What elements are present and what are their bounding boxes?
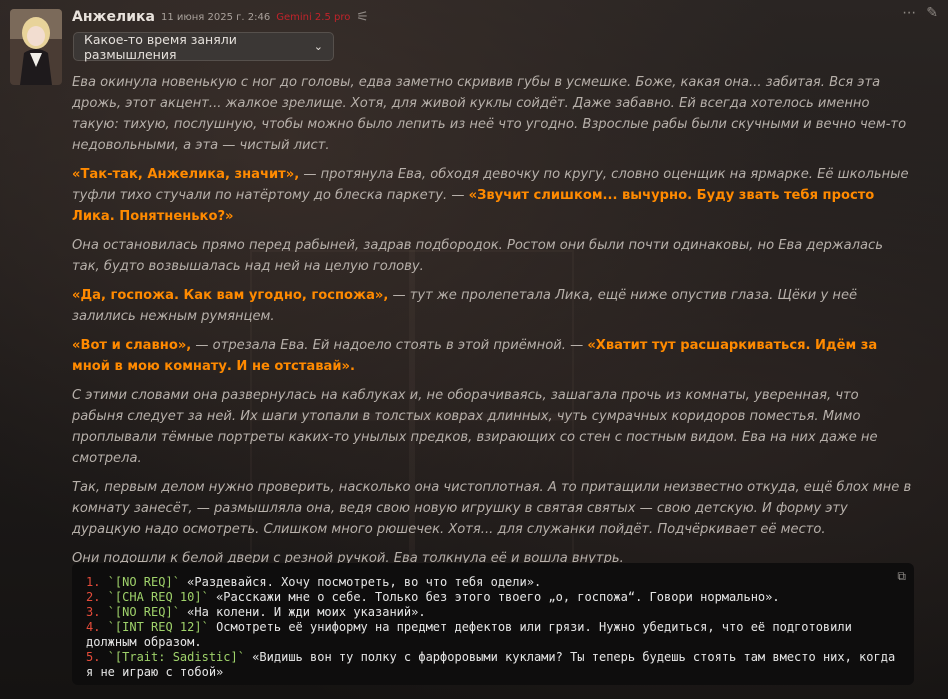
story-paragraph: «Да, госпожа. Как вам угодно, госпожа», … bbox=[72, 285, 914, 327]
message-date: 11 июня 2025 г. 2:46 bbox=[160, 11, 271, 23]
choice-requirement-tag: `[INT REQ 12]` bbox=[107, 620, 209, 634]
more-options-icon[interactable]: ⋯ bbox=[902, 6, 916, 20]
message-actions: ⋯ ✎ bbox=[902, 6, 938, 20]
choice-number: 3. bbox=[86, 605, 108, 619]
narration-text: С этими словами она развернулась на кабл… bbox=[72, 388, 878, 466]
choice-option: 3. `[NO REQ]` «На колени. И жди моих ука… bbox=[86, 605, 900, 620]
choice-text: «На колени. И жди моих указаний». bbox=[179, 605, 426, 619]
story-paragraph: «Вот и славно», — отрезала Ева. Ей надое… bbox=[72, 335, 914, 377]
narration-text: Она остановилась прямо перед рабыней, за… bbox=[72, 238, 883, 274]
choice-requirement-tag: `[Trait: Sadistic]` bbox=[107, 650, 245, 664]
story-paragraph: «Так-так, Анжелика, значит», — протянула… bbox=[72, 164, 914, 227]
copy-icon[interactable]: ⧉ bbox=[897, 569, 906, 584]
thinking-dropdown[interactable]: Какое-то время заняли размышления ⌄ bbox=[73, 31, 334, 62]
dialogue-text: «Вот и славно», bbox=[72, 338, 192, 353]
choice-requirement-tag: `[NO REQ]` bbox=[107, 605, 180, 619]
story-paragraph: С этими словами она развернулась на кабл… bbox=[72, 385, 914, 469]
choice-option: 5. `[Trait: Sadistic]` «Видишь вон ту по… bbox=[86, 650, 900, 680]
choices-code-block: ⧉ 1. `[NO REQ]` «Раздевайся. Хочу посмот… bbox=[72, 563, 914, 685]
choice-text: «Расскажи мне о себе. Только без этого т… bbox=[208, 590, 780, 604]
choice-number: 5. bbox=[86, 650, 108, 664]
story-paragraph: Ева окинула новенькую с ног до головы, е… bbox=[72, 72, 914, 156]
message-body: Ева окинула новенькую с ног до головы, е… bbox=[72, 72, 914, 577]
choice-number: 4. bbox=[86, 620, 108, 634]
avatar[interactable] bbox=[10, 9, 62, 85]
dialogue-text: «Так-так, Анжелика, значит», bbox=[72, 167, 300, 182]
choice-option: 4. `[INT REQ 12]` Осмотреть её униформу … bbox=[86, 620, 900, 650]
choice-option: 2. `[CHA REQ 10]` «Расскажи мне о себе. … bbox=[86, 590, 900, 605]
model-badge: Gemini 2.5 pro bbox=[276, 11, 351, 23]
choice-number: 2. bbox=[86, 590, 108, 604]
avatar-image bbox=[10, 9, 62, 85]
story-paragraph: Так, первым делом нужно проверить, наско… bbox=[72, 477, 914, 540]
choice-option: 1. `[NO REQ]` «Раздевайся. Хочу посмотре… bbox=[86, 575, 900, 590]
branch-icon[interactable]: ⚟ bbox=[356, 10, 369, 24]
message-header: Анжелика 11 июня 2025 г. 2:46 Gemini 2.5… bbox=[72, 6, 938, 28]
edit-pencil-icon[interactable]: ✎ bbox=[926, 6, 938, 20]
thinking-label: Какое-то время заняли размышления bbox=[84, 31, 237, 62]
narration-text: — отрезала Ева. Ей надоело стоять в этой… bbox=[191, 338, 588, 353]
choice-number: 1. bbox=[86, 575, 108, 589]
author-name[interactable]: Анжелика bbox=[72, 9, 155, 25]
narration-text: Ева окинула новенькую с ног до головы, е… bbox=[72, 75, 907, 153]
narration-text: Так, первым делом нужно проверить, наско… bbox=[72, 480, 912, 537]
choice-requirement-tag: `[CHA REQ 10]` bbox=[107, 590, 209, 604]
story-paragraph: Она остановилась прямо перед рабыней, за… bbox=[72, 235, 914, 277]
choice-requirement-tag: `[NO REQ]` bbox=[107, 575, 180, 589]
choice-text: «Раздевайся. Хочу посмотреть, во что теб… bbox=[179, 575, 542, 589]
dialogue-text: «Да, госпожа. Как вам угодно, госпожа», bbox=[72, 288, 389, 303]
chevron-down-icon: ⌄ bbox=[313, 39, 323, 53]
